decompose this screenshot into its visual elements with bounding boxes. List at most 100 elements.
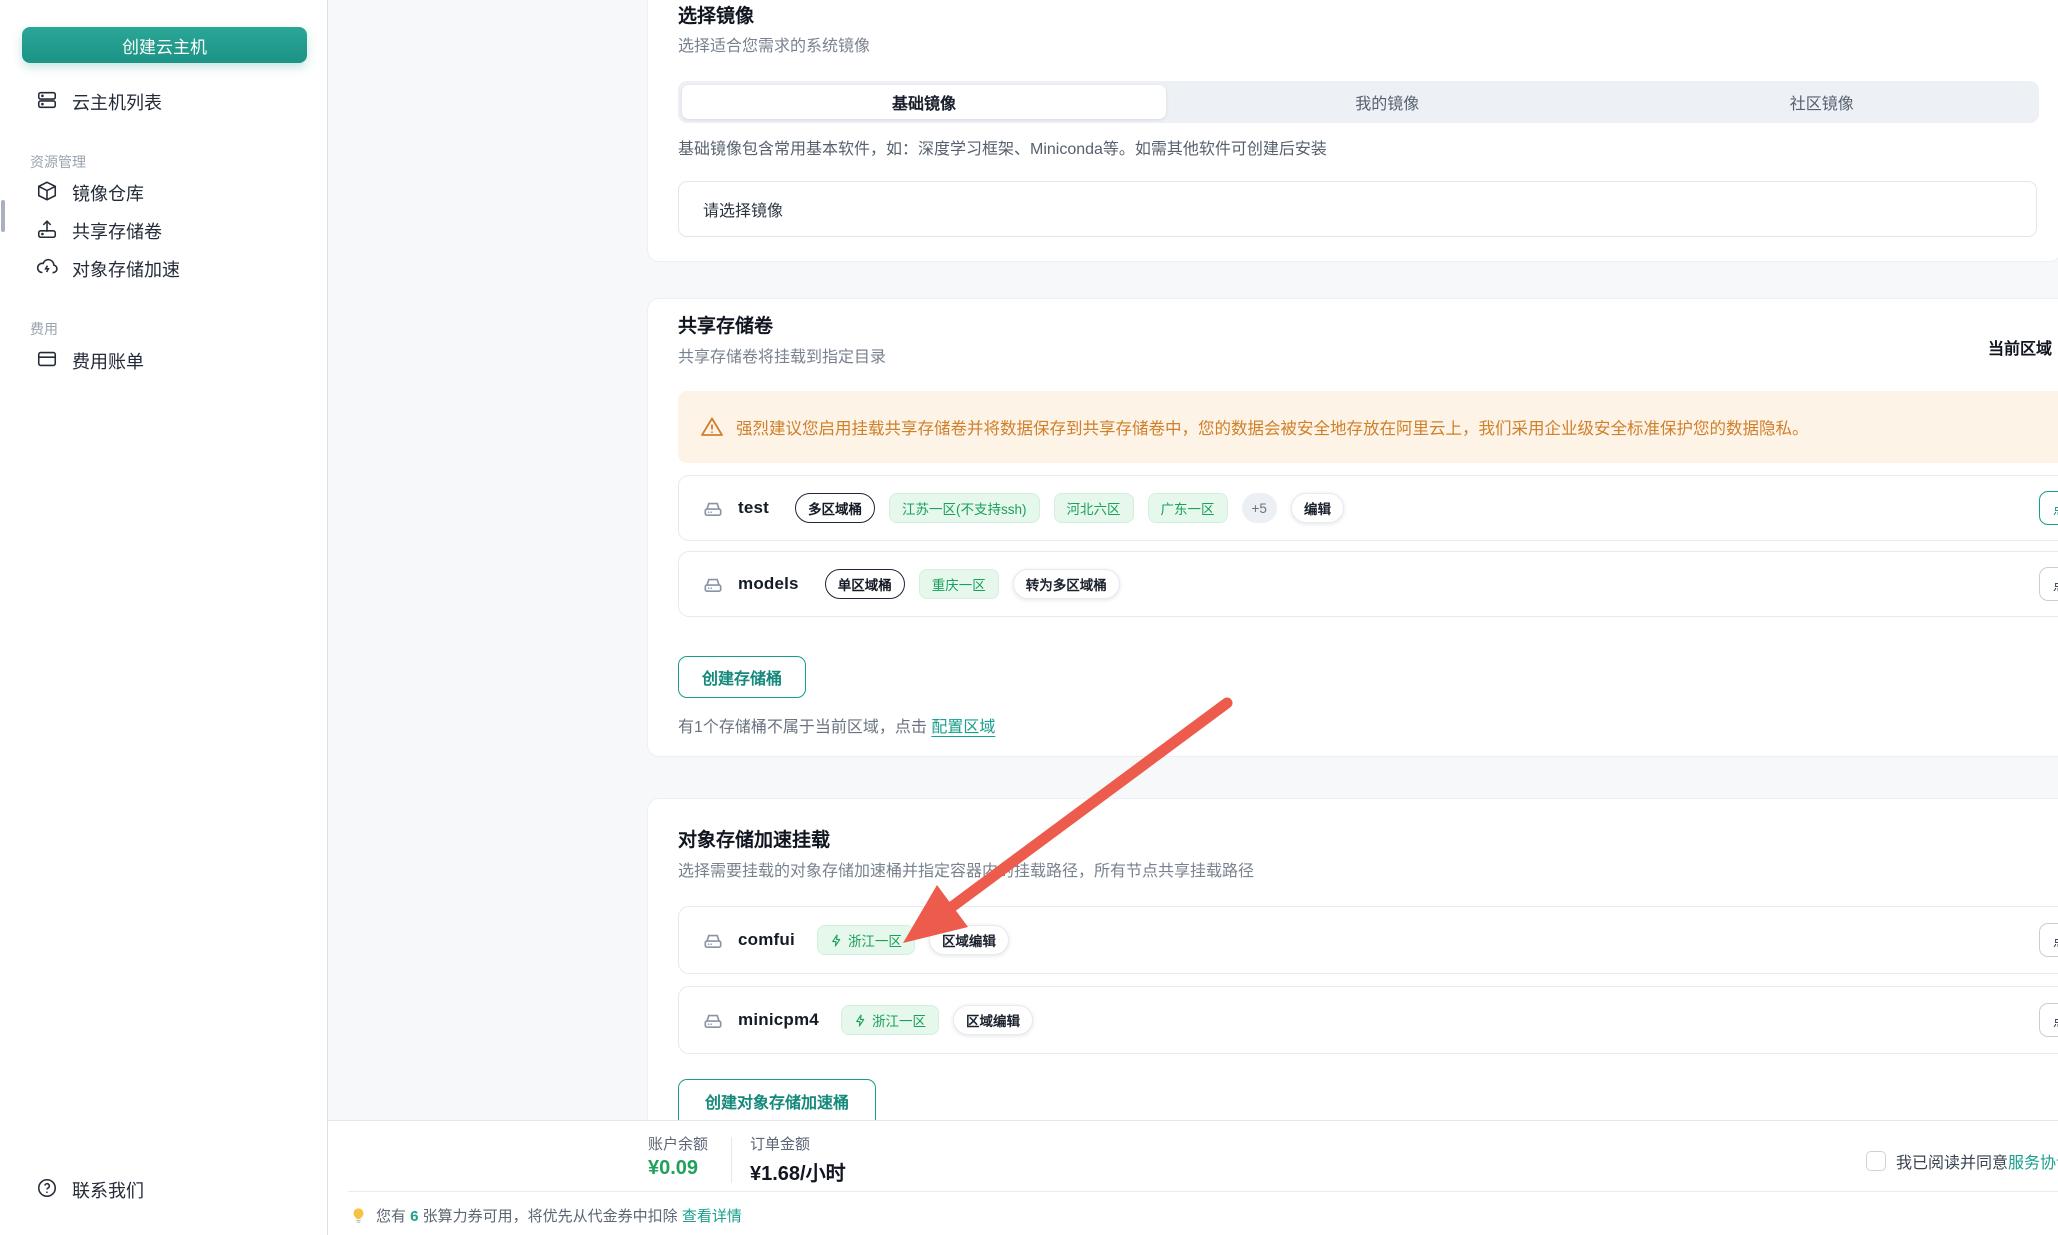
shared-storage-card: 共享存储卷 共享存储卷将挂载到指定目录 当前区域 强烈建议您启用挂载共享存储卷并…	[647, 298, 2058, 757]
sidebar-item-label: 费用账单	[72, 348, 144, 374]
row-edge-button-cut[interactable]: 点	[2039, 567, 2058, 601]
image-select-placeholder: 请选择镜像	[703, 197, 783, 221]
object-accel-card: 对象存储加速挂载 选择需要挂载的对象存储加速桶并指定容器内的挂载路径，所有节点共…	[647, 798, 2058, 1140]
region-tag-label: 浙江一区	[872, 1010, 926, 1030]
warning-triangle-icon	[700, 415, 724, 439]
card-title: 选择镜像	[678, 1, 754, 28]
view-details-link[interactable]: 查看详情	[682, 1208, 742, 1225]
region-tag: 江苏一区(不支持ssh)	[889, 493, 1040, 523]
card-subtitle: 选择适合您需求的系统镜像	[678, 32, 870, 56]
region-tag: 重庆一区	[919, 569, 999, 599]
upload-share-icon	[36, 218, 58, 245]
lightning-icon	[830, 934, 843, 947]
region-note-text: 有1个存储桶不属于当前区域，点击	[678, 719, 931, 736]
region-edit-button[interactable]: 区域编辑	[953, 1005, 1033, 1035]
sidebar-item-label: 镜像仓库	[72, 180, 144, 206]
agree-checkbox[interactable]	[1866, 1151, 1886, 1171]
card-subtitle: 选择需要挂载的对象存储加速桶并指定容器内的挂载路径，所有节点共享挂载路径	[678, 857, 1254, 881]
region-note: 有1个存储桶不属于当前区域，点击 配置区域	[678, 713, 995, 737]
sidebar-item-object-storage[interactable]: 对象存储加速	[0, 250, 328, 288]
edge-button-partial-label: 点	[2053, 575, 2058, 594]
region-tag: 河北六区	[1054, 493, 1134, 523]
edge-button-partial-label: 点	[2053, 499, 2058, 518]
create-bucket-button[interactable]: 创建存储桶	[678, 656, 806, 698]
sidebar-item-label: 对象存储加速	[72, 256, 180, 282]
sidebar-item-billing[interactable]: 费用账单	[0, 342, 328, 380]
row-edge-button-cut[interactable]: 点	[2039, 1003, 2058, 1037]
region-edit-button[interactable]: 区域编辑	[929, 925, 1009, 955]
voucher-note: 您有 6 张算力券可用，将优先从代金券中扣除 查看详情	[350, 1205, 742, 1226]
accel-row-comfui: comfui 浙江一区 区域编辑 点	[678, 906, 2058, 974]
image-tabs: 基础镜像 我的镜像 社区镜像	[678, 81, 2039, 123]
voucher-text: 您有	[376, 1208, 410, 1225]
drive-icon	[702, 573, 724, 595]
bucket-type-badge: 单区域桶	[825, 569, 905, 599]
server-list-icon	[36, 89, 58, 116]
region-tag: 广东一区	[1148, 493, 1228, 523]
image-select-dropdown[interactable]: 请选择镜像	[678, 181, 2037, 237]
sidebar-item-label: 联系我们	[72, 1177, 144, 1203]
order-value: ¥1.68/小时	[750, 1157, 846, 1186]
current-region-header: 当前区域	[1988, 335, 2058, 359]
more-regions-tag[interactable]: +5	[1242, 493, 1277, 523]
storage-row-models: models 单区域桶 重庆一区 转为多区域桶 点	[678, 551, 2058, 617]
edge-button-partial-label: 点	[2053, 931, 2058, 950]
sidebar-item-contact[interactable]: 联系我们	[0, 1171, 328, 1209]
row-edge-button-cut[interactable]: 点	[2039, 923, 2058, 957]
service-agreement-link[interactable]: 服务协议	[2008, 1155, 2058, 1172]
region-tag-with-bolt: 浙江一区	[841, 1005, 939, 1035]
create-host-button[interactable]: 创建云主机	[22, 27, 307, 63]
card-title: 共享存储卷	[678, 311, 773, 338]
agree-text: 我已阅读并同意	[1896, 1155, 2008, 1172]
bucket-name: minicpm4	[738, 1010, 819, 1030]
image-description: 基础镜像包含常用基本软件，如：深度学习框架、Miniconda等。如需其他软件可…	[678, 135, 1327, 159]
agreement-row: 我已阅读并同意服务协议	[1866, 1149, 2058, 1173]
bucket-type-badge: 多区域桶	[795, 493, 875, 523]
bucket-name: comfui	[738, 930, 795, 950]
lightbulb-icon	[350, 1207, 367, 1224]
cloud-lightning-icon	[36, 256, 58, 283]
sidebar-item-shared-volume[interactable]: 共享存储卷	[0, 212, 328, 250]
help-circle-icon	[36, 1177, 58, 1204]
sidebar-item-label: 云主机列表	[72, 89, 162, 115]
lightning-icon	[854, 1014, 867, 1027]
voucher-text: 张算力券可用，将优先从代金券中扣除	[419, 1208, 682, 1225]
row-edge-button-cut[interactable]: 点	[2039, 491, 2058, 525]
drive-icon	[702, 1009, 724, 1031]
edge-button-partial-label: 点	[2053, 1011, 2058, 1030]
region-tag-with-bolt: 浙江一区	[817, 925, 915, 955]
configure-region-link[interactable]: 配置区域	[931, 719, 995, 736]
card-title: 对象存储加速挂载	[678, 825, 830, 852]
tab-base-image[interactable]: 基础镜像	[682, 85, 1166, 119]
balance-label: 账户余额	[648, 1133, 708, 1154]
voucher-count: 6	[410, 1208, 418, 1225]
bucket-name: test	[738, 498, 769, 518]
accel-row-minicpm4: minicpm4 浙江一区 区域编辑 点	[678, 986, 2058, 1054]
sidebar-item-label: 共享存储卷	[72, 218, 162, 244]
convert-multi-region-button[interactable]: 转为多区域桶	[1013, 569, 1120, 599]
order-label: 订单金额	[750, 1133, 810, 1154]
divider	[348, 1191, 2058, 1192]
region-tag-label: 浙江一区	[848, 930, 902, 950]
card-subtitle: 共享存储卷将挂载到指定目录	[678, 343, 886, 367]
package-icon	[36, 180, 58, 207]
bottom-bar: 账户余额 ¥0.09 订单金额 ¥1.68/小时 您有 6 张算力券可用，将优先…	[328, 1120, 2058, 1235]
warning-text: 强烈建议您启用挂载共享存储卷并将数据保存到共享存储卷中，您的数据会被安全地存放在…	[736, 415, 1809, 439]
edit-button[interactable]: 编辑	[1291, 493, 1344, 523]
drive-icon	[702, 497, 724, 519]
bucket-name: models	[738, 574, 799, 594]
storage-row-test: test 多区域桶 江苏一区(不支持ssh) 河北六区 广东一区 +5 编辑 点	[678, 475, 2058, 541]
tab-my-image[interactable]: 我的镜像	[1170, 81, 1605, 123]
balance-value: ¥0.09	[648, 1157, 698, 1180]
warning-banner: 强烈建议您启用挂载共享存储卷并将数据保存到共享存储卷中，您的数据会被安全地存放在…	[678, 391, 2058, 463]
drive-icon	[702, 929, 724, 951]
sidebar-section-billing: 费用	[30, 319, 58, 339]
credit-card-icon	[36, 348, 58, 375]
sidebar-item-image-repo[interactable]: 镜像仓库	[0, 174, 328, 212]
sidebar-item-host-list[interactable]: 云主机列表	[0, 83, 328, 121]
image-select-card: 选择镜像 选择适合您需求的系统镜像 基础镜像 我的镜像 社区镜像 基础镜像包含常…	[647, 0, 2058, 262]
tab-community-image[interactable]: 社区镜像	[1605, 81, 2040, 123]
sidebar-section-resources: 资源管理	[30, 152, 86, 172]
divider	[731, 1137, 732, 1183]
sidebar: 创建云主机 云主机列表 资源管理 镜像仓库 共享存储卷	[0, 0, 328, 1235]
